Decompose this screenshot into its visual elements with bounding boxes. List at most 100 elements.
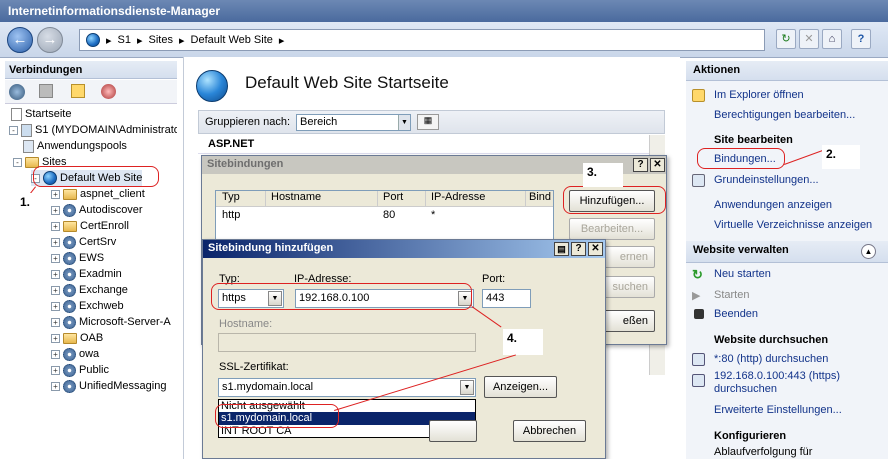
hostname-label: Hostname:: [219, 318, 273, 330]
expand-icon[interactable]: +: [51, 333, 60, 343]
annotation-highlight: [33, 166, 159, 187]
expand-icon[interactable]: +: [51, 349, 60, 359]
annotation-step-3: 3.: [583, 163, 623, 187]
action-browse-https-cont[interactable]: durchsuchen: [714, 383, 777, 395]
back-button[interactable]: ←: [7, 27, 33, 53]
collapse-icon[interactable]: -: [13, 157, 22, 167]
column-header[interactable]: Bind: [526, 191, 553, 206]
virtual-directory-icon: [63, 299, 76, 313]
action-open-explorer[interactable]: Im Explorer öffnen: [714, 89, 804, 101]
expand-icon[interactable]: +: [51, 365, 60, 375]
expand-icon[interactable]: +: [51, 317, 60, 327]
port-input[interactable]: 443: [482, 289, 531, 308]
action-view-virtual-directories[interactable]: Virtuelle Verzeichnisse anzeigen: [714, 219, 872, 231]
hostname-input[interactable]: [218, 333, 476, 352]
action-browse-http[interactable]: *:80 (http) durchsuchen: [714, 353, 828, 365]
tree-node[interactable]: + Public: [51, 362, 109, 378]
expand-icon[interactable]: +: [51, 301, 60, 311]
tree-node[interactable]: + CertSrv: [51, 234, 116, 250]
breadcrumb-item[interactable]: S1: [118, 34, 131, 46]
action-tracing[interactable]: Ablaufverfolgung für: [714, 446, 812, 458]
tree-node-app-pools[interactable]: Anwendungspools: [23, 138, 127, 154]
column-header[interactable]: Hostname: [266, 191, 378, 206]
action-restart[interactable]: Neu starten: [714, 268, 771, 280]
print-icon[interactable]: ▤: [554, 242, 569, 256]
expand-icon[interactable]: +: [51, 269, 60, 279]
stop-icon[interactable]: ✕: [799, 29, 819, 49]
action-advanced-settings[interactable]: Erweiterte Einstellungen...: [714, 404, 842, 416]
expand-icon[interactable]: +: [51, 221, 60, 231]
refresh-icon[interactable]: ↻: [776, 29, 796, 49]
home-icon[interactable]: ⌂: [822, 29, 842, 49]
breadcrumb-item[interactable]: Sites: [149, 34, 173, 46]
column-header[interactable]: IP-Adresse: [426, 191, 526, 206]
action-view-applications[interactable]: Anwendungen anzeigen: [714, 199, 832, 211]
tree-node[interactable]: + aspnet_client: [51, 186, 145, 202]
table-row[interactable]: http 80 *: [216, 207, 553, 223]
tree-node[interactable]: + owa: [51, 346, 99, 362]
edit-binding-button[interactable]: Bearbeiten...: [569, 218, 655, 240]
annotation-step-2: 2.: [822, 145, 860, 169]
breadcrumb[interactable]: ▸ S1 ▸ Sites ▸ Default Web Site ▸: [79, 29, 765, 51]
column-header[interactable]: Port: [378, 191, 426, 206]
action-browse-https[interactable]: 192.168.0.100:443 (https): [714, 370, 840, 382]
action-edit-permissions[interactable]: Berechtigungen bearbeiten...: [714, 109, 855, 121]
stop-icon: [694, 309, 704, 319]
expand-icon[interactable]: +: [51, 205, 60, 215]
expand-icon[interactable]: +: [51, 189, 60, 199]
ssl-certificate-label: SSL-Zertifikat:: [219, 361, 289, 373]
save-icon[interactable]: [39, 84, 53, 98]
expand-icon[interactable]: +: [51, 253, 60, 263]
breadcrumb-separator-icon: ▸: [137, 34, 143, 47]
action-stop[interactable]: Beenden: [714, 308, 758, 320]
action-start[interactable]: Starten: [714, 289, 749, 301]
view-toggle-icon[interactable]: ▦: [417, 114, 439, 130]
tree-node[interactable]: + OAB: [51, 330, 103, 346]
breadcrumb-item[interactable]: Default Web Site: [191, 34, 273, 46]
folder-icon: [63, 332, 77, 344]
ok-button[interactable]: [429, 420, 477, 442]
column-header[interactable]: Typ: [216, 191, 266, 206]
virtual-directory-icon: [63, 235, 76, 249]
breadcrumb-separator-icon: ▸: [179, 34, 185, 47]
tree-node[interactable]: + EWS: [51, 250, 104, 266]
address-toolbar: ← → ▸ S1 ▸ Sites ▸ Default Web Site ▸ ↻ …: [0, 22, 888, 58]
action-basic-settings[interactable]: Grundeinstellungen...: [714, 174, 819, 186]
tree-node-startseite[interactable]: Startseite: [11, 106, 71, 122]
group-by-select[interactable]: Bereich ▼: [296, 113, 411, 131]
tree-node[interactable]: + UnifiedMessaging: [51, 378, 166, 394]
connect-icon[interactable]: [9, 84, 25, 100]
up-folder-icon[interactable]: [71, 84, 85, 98]
collapse-icon[interactable]: -: [9, 125, 18, 135]
tree-node[interactable]: + Exadmin: [51, 266, 122, 282]
view-certificate-button[interactable]: Anzeigen...: [484, 376, 557, 398]
virtual-directory-icon: [63, 283, 76, 297]
tree-node[interactable]: + Autodiscover: [51, 202, 143, 218]
virtual-directory-icon: [63, 379, 76, 393]
group-by-bar: Gruppieren nach: Bereich ▼ ▦: [198, 110, 665, 134]
help-icon[interactable]: ?: [633, 158, 648, 172]
tree-node[interactable]: + Exchweb: [51, 298, 124, 314]
forward-button[interactable]: →: [37, 27, 63, 53]
ssl-certificate-select[interactable]: s1.mydomain.local ▼: [218, 378, 476, 397]
tree-node[interactable]: + CertEnroll: [51, 218, 129, 234]
expand-icon[interactable]: +: [51, 285, 60, 295]
expand-icon[interactable]: +: [51, 381, 60, 391]
chevron-down-icon: ▼: [398, 114, 410, 130]
close-icon[interactable]: ✕: [650, 158, 665, 172]
section-heading: ASP.NET: [198, 135, 665, 154]
expand-icon[interactable]: +: [51, 237, 60, 247]
virtual-directory-icon: [63, 251, 76, 265]
cancel-button[interactable]: Abbrechen: [513, 420, 586, 442]
annotation-step-1: 1.: [16, 193, 35, 211]
help-icon[interactable]: ?: [851, 29, 871, 49]
disconnect-icon[interactable]: [101, 84, 116, 99]
tree-node[interactable]: + Microsoft-Server-A: [51, 314, 171, 330]
close-icon[interactable]: ✕: [588, 242, 603, 256]
breadcrumb-separator-icon: ▸: [106, 34, 112, 47]
help-icon[interactable]: ?: [571, 242, 586, 256]
tree-node-server[interactable]: - S1 (MYDOMAIN\Administrator): [9, 122, 177, 138]
tree-node[interactable]: + Exchange: [51, 282, 128, 298]
collapse-icon[interactable]: ▲: [861, 244, 876, 259]
window-title: Internetinformationsdienste-Manager: [8, 4, 221, 18]
